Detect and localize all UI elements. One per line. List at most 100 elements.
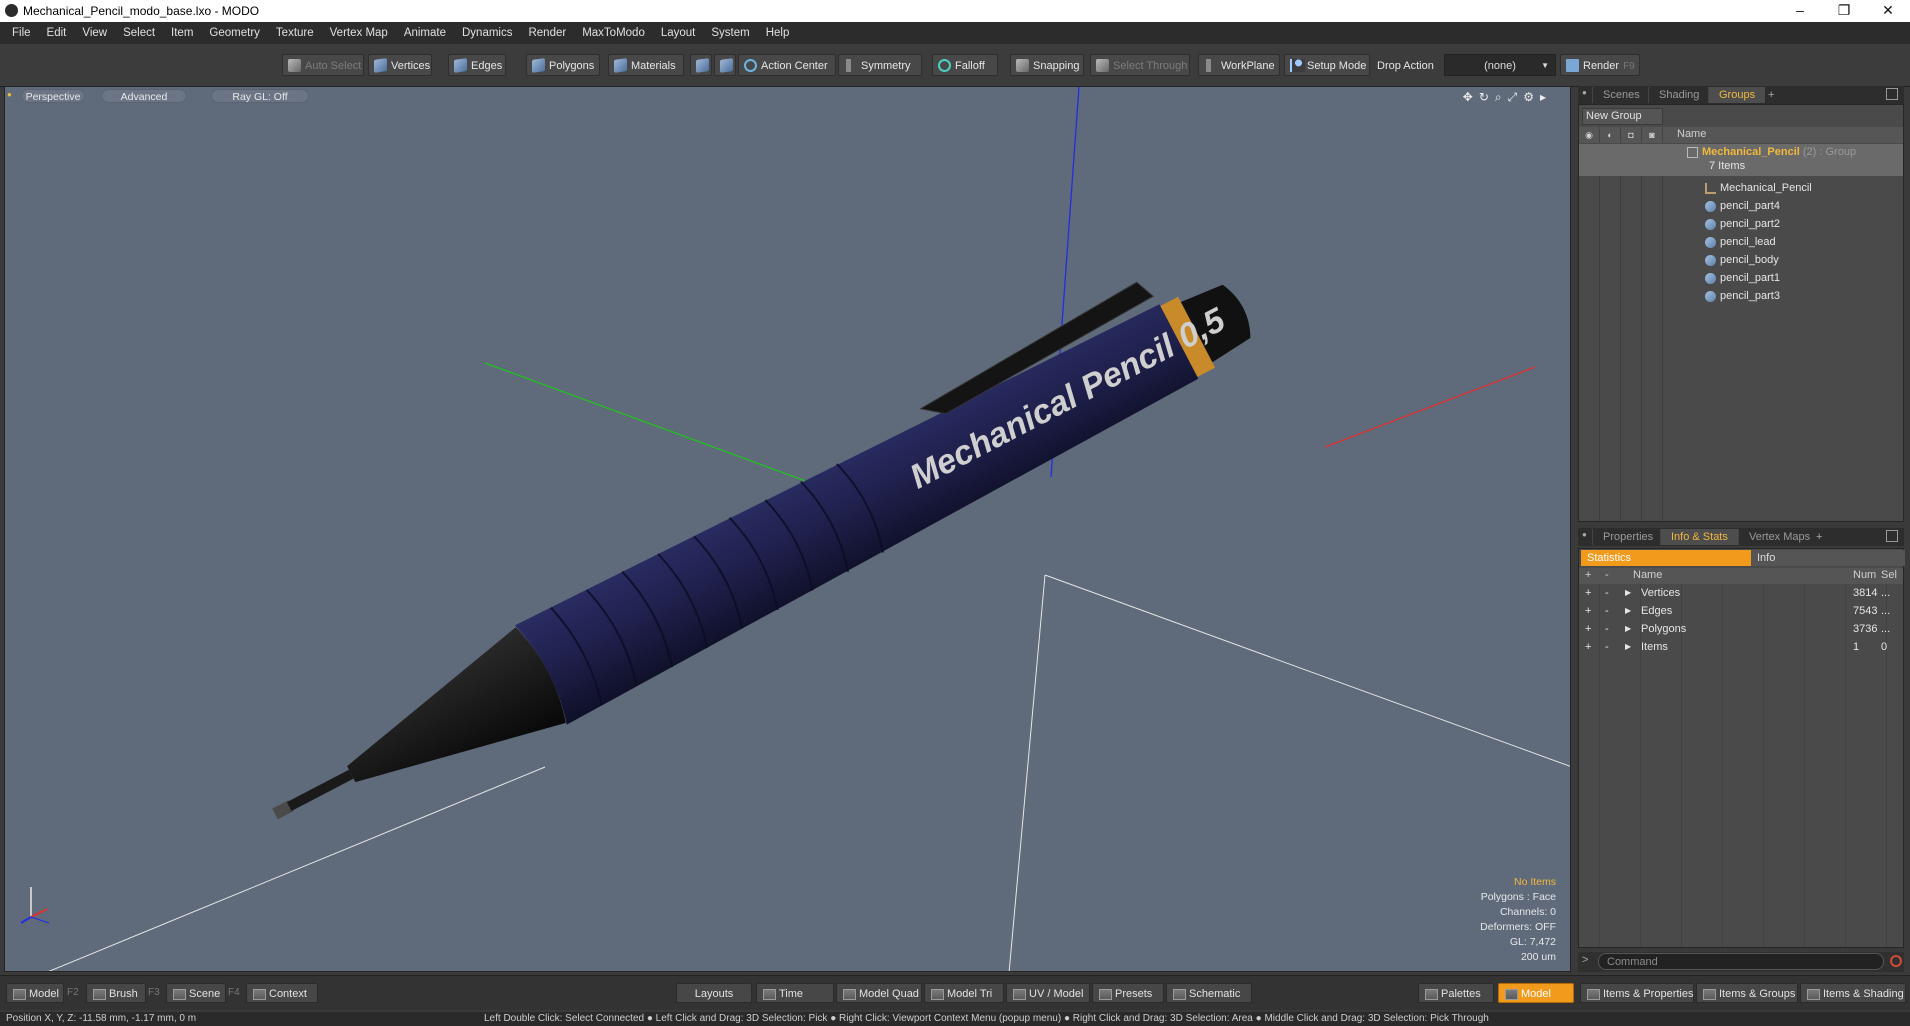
palettes-button[interactable]: Palettes (1418, 983, 1494, 1003)
menu-maxtomodo[interactable]: MaxToModo (574, 22, 653, 44)
menu-help[interactable]: Help (758, 22, 798, 44)
snapping-button[interactable]: Snapping (1010, 54, 1084, 76)
tab-scenes[interactable]: Scenes (1592, 87, 1650, 103)
select-through-button[interactable]: Select Through (1090, 54, 1190, 76)
table-row[interactable]: + - ▶ Items 1 0 (1579, 638, 1903, 656)
drop-action-select[interactable]: (none) ▼ (1444, 54, 1556, 76)
workplane-button[interactable]: WorkPlane (1198, 54, 1280, 76)
eye-icon[interactable]: ◉ (1579, 127, 1600, 143)
menu-geometry[interactable]: Geometry (201, 22, 268, 44)
add-icon[interactable]: + (1585, 638, 1591, 656)
list-item[interactable]: pencil_lead (1579, 233, 1903, 251)
select-toggle-icon[interactable]: ◙ (1642, 127, 1663, 143)
panel-menu-icon[interactable]: ● (1582, 530, 1587, 539)
expand-arrow-icon[interactable]: ▶ (1625, 638, 1631, 656)
tab-shading[interactable]: Shading (1648, 87, 1709, 103)
model-tab-button[interactable]: Model (1498, 983, 1574, 1003)
remove-icon[interactable]: - (1605, 602, 1609, 620)
menu-file[interactable]: File (0, 22, 39, 44)
viewport-menu-icon[interactable]: ● (7, 90, 12, 99)
list-item[interactable]: pencil_body (1579, 251, 1903, 269)
auto-select-button[interactable]: Auto Select (282, 54, 364, 76)
add-tab-button[interactable]: + (1812, 529, 1826, 545)
column-name-header[interactable]: Name (1677, 128, 1706, 140)
panel-menu-icon[interactable]: ● (1582, 88, 1587, 97)
menu-texture[interactable]: Texture (268, 22, 322, 44)
record-icon[interactable] (1890, 955, 1902, 967)
viewport-scene[interactable]: Mechanical Pencil 0,5 (5, 87, 1571, 972)
edges-button[interactable]: Edges (448, 54, 506, 76)
table-row[interactable]: + - ▶ Edges 7543... (1579, 602, 1903, 620)
add-tab-button[interactable]: + (1764, 87, 1778, 103)
tab-vertex-maps[interactable]: Vertex Maps (1738, 529, 1820, 545)
select-mode-button-b[interactable] (714, 54, 736, 76)
materials-button[interactable]: Materials (608, 54, 684, 76)
restore-button[interactable]: ❐ (1822, 0, 1866, 22)
tab-info-stats[interactable]: Info & Stats (1660, 529, 1738, 545)
context-layout-button[interactable]: Context (246, 983, 318, 1003)
maximize-panel-icon[interactable] (1886, 88, 1898, 100)
menu-edit[interactable]: Edit (39, 22, 75, 44)
table-row[interactable]: + - ▶ Polygons 3736... (1579, 620, 1903, 638)
time-button[interactable]: Time (756, 983, 834, 1003)
action-center-button[interactable]: Action Center (738, 54, 836, 76)
render-button[interactable]: Render F9 (1560, 54, 1640, 76)
brush-layout-button[interactable]: Brush (86, 983, 146, 1003)
uv-model-button[interactable]: UV / Model (1006, 983, 1090, 1003)
model-tri-button[interactable]: Model Tri (924, 983, 1004, 1003)
symmetry-button[interactable]: Symmetry (838, 54, 922, 76)
menu-item[interactable]: Item (163, 22, 201, 44)
expand-all-icon[interactable]: + (1585, 569, 1591, 581)
expand-arrow-icon[interactable]: ▶ (1625, 584, 1631, 602)
add-icon[interactable]: + (1585, 620, 1591, 638)
list-item[interactable]: pencil_part2 (1579, 215, 1903, 233)
menu-vertex-map[interactable]: Vertex Map (322, 22, 396, 44)
group-row[interactable]: Mechanical_Pencil (2) : Group 7 Items (1579, 144, 1903, 176)
menu-dynamics[interactable]: Dynamics (454, 22, 520, 44)
menu-select[interactable]: Select (115, 22, 163, 44)
remove-icon[interactable]: - (1605, 584, 1609, 602)
menu-system[interactable]: System (703, 22, 757, 44)
list-item[interactable]: Mechanical_Pencil (1579, 179, 1903, 197)
items-groups-button[interactable]: Items & Groups (1696, 983, 1798, 1003)
setup-mode-button[interactable]: Setup Mode (1284, 54, 1370, 76)
subtab-statistics[interactable]: Statistics (1581, 550, 1755, 566)
add-icon[interactable]: + (1585, 602, 1591, 620)
lock-icon[interactable]: ◘ (1621, 127, 1642, 143)
expand-arrow-icon[interactable]: ▶ (1625, 620, 1631, 638)
new-group-button[interactable]: New Group (1582, 108, 1663, 125)
items-shading-button[interactable]: Items & Shading (1800, 983, 1906, 1003)
polygons-button[interactable]: Polygons (526, 54, 600, 76)
list-item[interactable]: pencil_part4 (1579, 197, 1903, 215)
items-properties-button[interactable]: Items & Properties (1580, 983, 1694, 1003)
list-item[interactable]: pencil_part1 (1579, 269, 1903, 287)
add-icon[interactable]: + (1585, 584, 1591, 602)
render-toggle-icon[interactable]: ◐ (1600, 127, 1621, 143)
select-mode-button-a[interactable] (690, 54, 712, 76)
schematic-button[interactable]: Schematic (1166, 983, 1252, 1003)
menu-view[interactable]: View (74, 22, 115, 44)
minimize-button[interactable]: – (1778, 0, 1822, 22)
shading-mode-button[interactable]: Advanced (101, 89, 187, 103)
model-layout-button[interactable]: Model (6, 983, 64, 1003)
tab-groups[interactable]: Groups (1708, 87, 1766, 103)
menu-animate[interactable]: Animate (396, 22, 454, 44)
remove-icon[interactable]: - (1605, 638, 1609, 656)
remove-icon[interactable]: - (1605, 620, 1609, 638)
layouts-button[interactable]: Layouts (676, 983, 752, 1003)
table-row[interactable]: + - ▶ Vertices 3814... (1579, 584, 1903, 602)
model-quad-button[interactable]: Model Quad (836, 983, 922, 1003)
presets-button[interactable]: Presets (1092, 983, 1164, 1003)
command-input[interactable]: Command (1598, 953, 1884, 970)
list-item[interactable]: pencil_part3 (1579, 287, 1903, 305)
vertices-button[interactable]: Vertices (368, 54, 432, 76)
tab-properties[interactable]: Properties (1592, 529, 1663, 545)
close-button[interactable]: ✕ (1866, 0, 1910, 22)
scene-layout-button[interactable]: Scene (166, 983, 226, 1003)
falloff-button[interactable]: Falloff (932, 54, 998, 76)
subtab-info[interactable]: Info (1751, 550, 1905, 566)
expand-arrow-icon[interactable]: ▶ (1625, 602, 1631, 620)
collapse-all-icon[interactable]: - (1605, 569, 1609, 581)
pencil-model[interactable]: Mechanical Pencil 0,5 (242, 244, 1269, 864)
3d-viewport[interactable]: Mechanical Pencil 0,5 ● Perspective Adva… (4, 86, 1571, 972)
